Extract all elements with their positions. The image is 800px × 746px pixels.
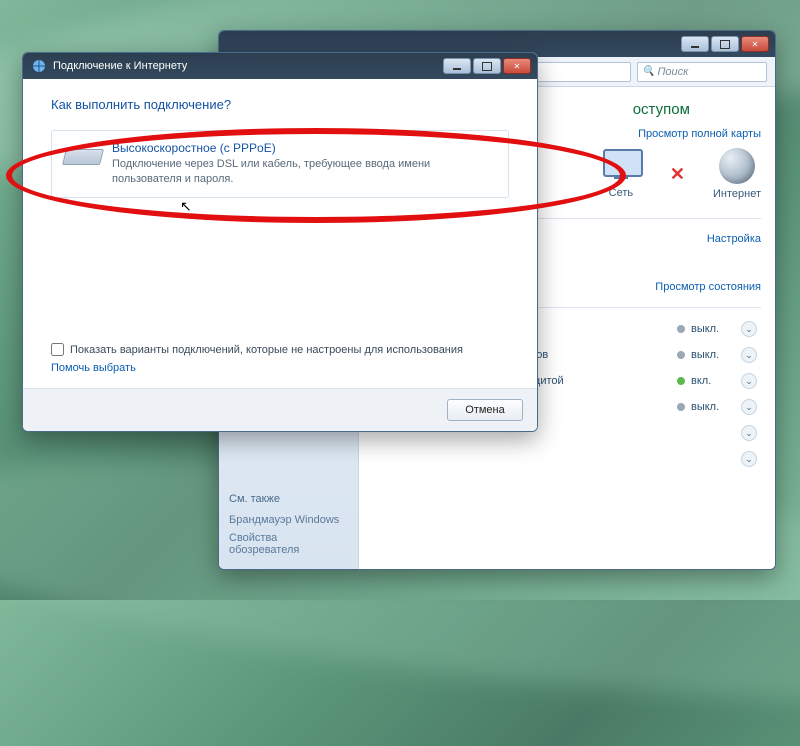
expand-chevron-icon[interactable]: ⌄	[741, 321, 757, 337]
show-unconfigured-label: Показать варианты подключений, которые н…	[70, 344, 463, 356]
settings-link[interactable]: Настройка	[707, 233, 761, 245]
bg-maximize-button[interactable]	[711, 36, 739, 52]
expand-chevron-icon[interactable]: ⌄	[741, 425, 757, 441]
network-icon-pc	[600, 149, 642, 183]
search-input[interactable]: 🔍 Поиск	[637, 62, 767, 82]
option-description: Подключение через DSL или кабель, требую…	[112, 157, 496, 187]
status-dot-icon	[677, 351, 685, 359]
option-title: Высокоскоростное (с PPPoE)	[112, 141, 496, 155]
expand-chevron-icon[interactable]: ⌄	[741, 347, 757, 363]
globe-icon	[719, 148, 755, 184]
fg-maximize-button[interactable]	[473, 58, 501, 74]
sidebar-item-browser-properties[interactable]: Свойства обозревателя	[229, 529, 348, 559]
fg-title: Подключение к Интернету	[53, 60, 443, 72]
bg-minimize-button[interactable]	[681, 36, 709, 52]
search-icon: 🔍	[642, 66, 654, 77]
show-unconfigured-checkbox[interactable]: Показать варианты подключений, которые н…	[51, 343, 509, 356]
network-label-network: Сеть	[609, 187, 633, 199]
help-choose-link[interactable]: Помочь выбрать	[51, 362, 509, 374]
broadband-pppoe-option[interactable]: Высокоскоростное (с PPPoE) Подключение ч…	[51, 130, 509, 198]
view-status-link[interactable]: Просмотр состояния	[655, 281, 761, 293]
search-placeholder: Поиск	[657, 66, 688, 78]
view-full-map-link[interactable]: Просмотр полной карты	[638, 128, 761, 140]
network-label-internet: Интернет	[713, 188, 761, 200]
connect-to-internet-wizard: Подключение к Интернету Как выполнить по…	[22, 52, 538, 432]
bg-close-button[interactable]	[741, 36, 769, 52]
fg-close-button[interactable]	[503, 58, 531, 74]
show-unconfigured-input[interactable]	[51, 343, 64, 356]
sidebar-section-title: См. также	[229, 493, 348, 505]
fg-window-controls	[443, 58, 531, 74]
status-dot-icon	[677, 403, 685, 411]
wizard-question: Как выполнить подключение?	[51, 97, 509, 112]
status-dot-icon	[677, 325, 685, 333]
fg-titlebar: Подключение к Интернету	[23, 53, 537, 79]
expand-chevron-icon[interactable]: ⌄	[741, 399, 757, 415]
status-dot-icon	[677, 377, 685, 385]
modem-icon	[64, 143, 100, 167]
cancel-button[interactable]: Отмена	[447, 399, 523, 421]
sharing-row: ⌄	[373, 446, 761, 472]
wizard-footer: Отмена	[23, 388, 537, 431]
wizard-icon	[31, 58, 47, 74]
bg-window-controls	[681, 36, 769, 52]
sidebar-item-firewall[interactable]: Брандмауэр Windows	[229, 511, 348, 529]
expand-chevron-icon[interactable]: ⌄	[741, 451, 757, 467]
expand-chevron-icon[interactable]: ⌄	[741, 373, 757, 389]
fg-minimize-button[interactable]	[443, 58, 471, 74]
network-disconnected-icon: ✕	[670, 164, 685, 185]
